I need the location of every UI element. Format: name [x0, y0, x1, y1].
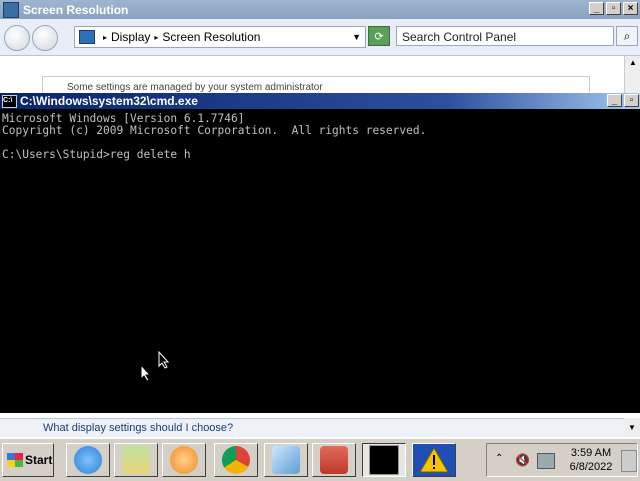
taskbar-toolbox[interactable] — [312, 443, 356, 477]
system-tray: ⌃ 🔇 3:59 AM 6/8/2022 — [486, 443, 638, 477]
clock-time: 3:59 AM — [570, 447, 612, 459]
cmd-minimize-button[interactable]: _ — [607, 94, 622, 107]
scroll-down-icon[interactable]: ▼ — [624, 418, 640, 437]
search-icon[interactable]: ⌕ — [616, 26, 638, 46]
breadcrumb-arrow-icon[interactable]: ▸ — [103, 33, 107, 42]
taskbar-control-panel[interactable] — [264, 443, 308, 477]
taskbar-windows-explorer[interactable] — [114, 443, 158, 477]
internet-explorer-icon — [74, 446, 102, 474]
volume-muted-icon[interactable]: 🔇 — [515, 453, 530, 467]
show-desktop-button[interactable] — [621, 450, 637, 472]
control-panel-title-bar[interactable]: Screen Resolution _ ▫ × — [0, 0, 640, 19]
taskbar-warning[interactable] — [412, 443, 456, 477]
help-link[interactable]: What display settings should I choose? — [0, 418, 624, 437]
show-hidden-icons-icon[interactable]: ⌃ — [495, 453, 503, 464]
forward-button[interactable] — [32, 25, 58, 51]
minimize-button[interactable]: _ — [589, 2, 604, 15]
mouse-pointer-icon — [140, 364, 152, 382]
clock[interactable]: 3:59 AM 6/8/2022 — [567, 446, 615, 474]
start-button[interactable]: Start — [2, 443, 54, 477]
taskbar-internet-explorer[interactable] — [66, 443, 110, 477]
control-panel-content: Some settings are managed by your system… — [0, 56, 624, 94]
cmd-icon — [369, 445, 399, 475]
refresh-button[interactable]: ⟳ — [368, 26, 390, 46]
cmd-maximize-button[interactable]: ▫ — [624, 94, 639, 107]
navigation-bar: ▸ Display ▸ Screen Resolution ▼ ⟳ Search… — [0, 19, 640, 56]
admin-notice: Some settings are managed by your system… — [42, 76, 590, 92]
chrome-icon — [222, 446, 250, 474]
breadcrumb-screen-resolution[interactable]: Screen Resolution — [162, 30, 260, 44]
cmd-window-title: C:\Windows\system32\cmd.exe — [20, 94, 198, 108]
warning-icon — [419, 447, 449, 473]
taskbar-chrome[interactable] — [214, 443, 258, 477]
chevron-down-icon[interactable]: ▼ — [352, 32, 361, 42]
windows-flag-icon — [7, 453, 23, 467]
address-bar[interactable]: ▸ Display ▸ Screen Resolution ▼ — [74, 26, 366, 48]
display-icon — [3, 1, 19, 18]
taskbar-media-player[interactable] — [162, 443, 206, 477]
console-output[interactable]: Microsoft Windows [Version 6.1.7746] Cop… — [0, 109, 640, 413]
mouse-pointer-icon — [158, 351, 170, 369]
folder-icon — [122, 446, 150, 474]
cmd-title-bar[interactable]: C:\ C:\Windows\system32\cmd.exe _ ▫ — [0, 93, 640, 109]
back-button[interactable] — [4, 25, 30, 51]
console-line: Copyright (c) 2009 Microsoft Corporation… — [2, 124, 427, 137]
control-panel-icon — [79, 30, 95, 44]
taskbar-cmd[interactable] — [362, 443, 406, 477]
search-input[interactable]: Search Control Panel — [396, 26, 614, 46]
media-player-icon — [170, 446, 198, 474]
start-label: Start — [25, 453, 53, 467]
maximize-button[interactable]: ▫ — [606, 2, 621, 15]
breadcrumb-arrow-icon[interactable]: ▸ — [154, 33, 158, 42]
console-prompt-line[interactable]: C:\Users\Stupid>reg delete h — [2, 149, 638, 161]
toolbox-icon — [320, 446, 348, 474]
clock-date: 6/8/2022 — [569, 461, 613, 473]
close-button[interactable]: × — [623, 2, 638, 15]
cmd-icon: C:\ — [2, 94, 17, 108]
vertical-scrollbar[interactable]: ▲ — [624, 56, 640, 94]
control-panel-icon — [272, 446, 300, 474]
network-icon[interactable] — [537, 453, 555, 469]
taskbar: Start ⌃ 🔇 3:59 AM 6/8/2022 — [0, 438, 640, 481]
window-title: Screen Resolution — [23, 2, 129, 17]
scroll-up-icon[interactable]: ▲ — [625, 56, 640, 70]
breadcrumb-display[interactable]: Display — [111, 30, 150, 44]
